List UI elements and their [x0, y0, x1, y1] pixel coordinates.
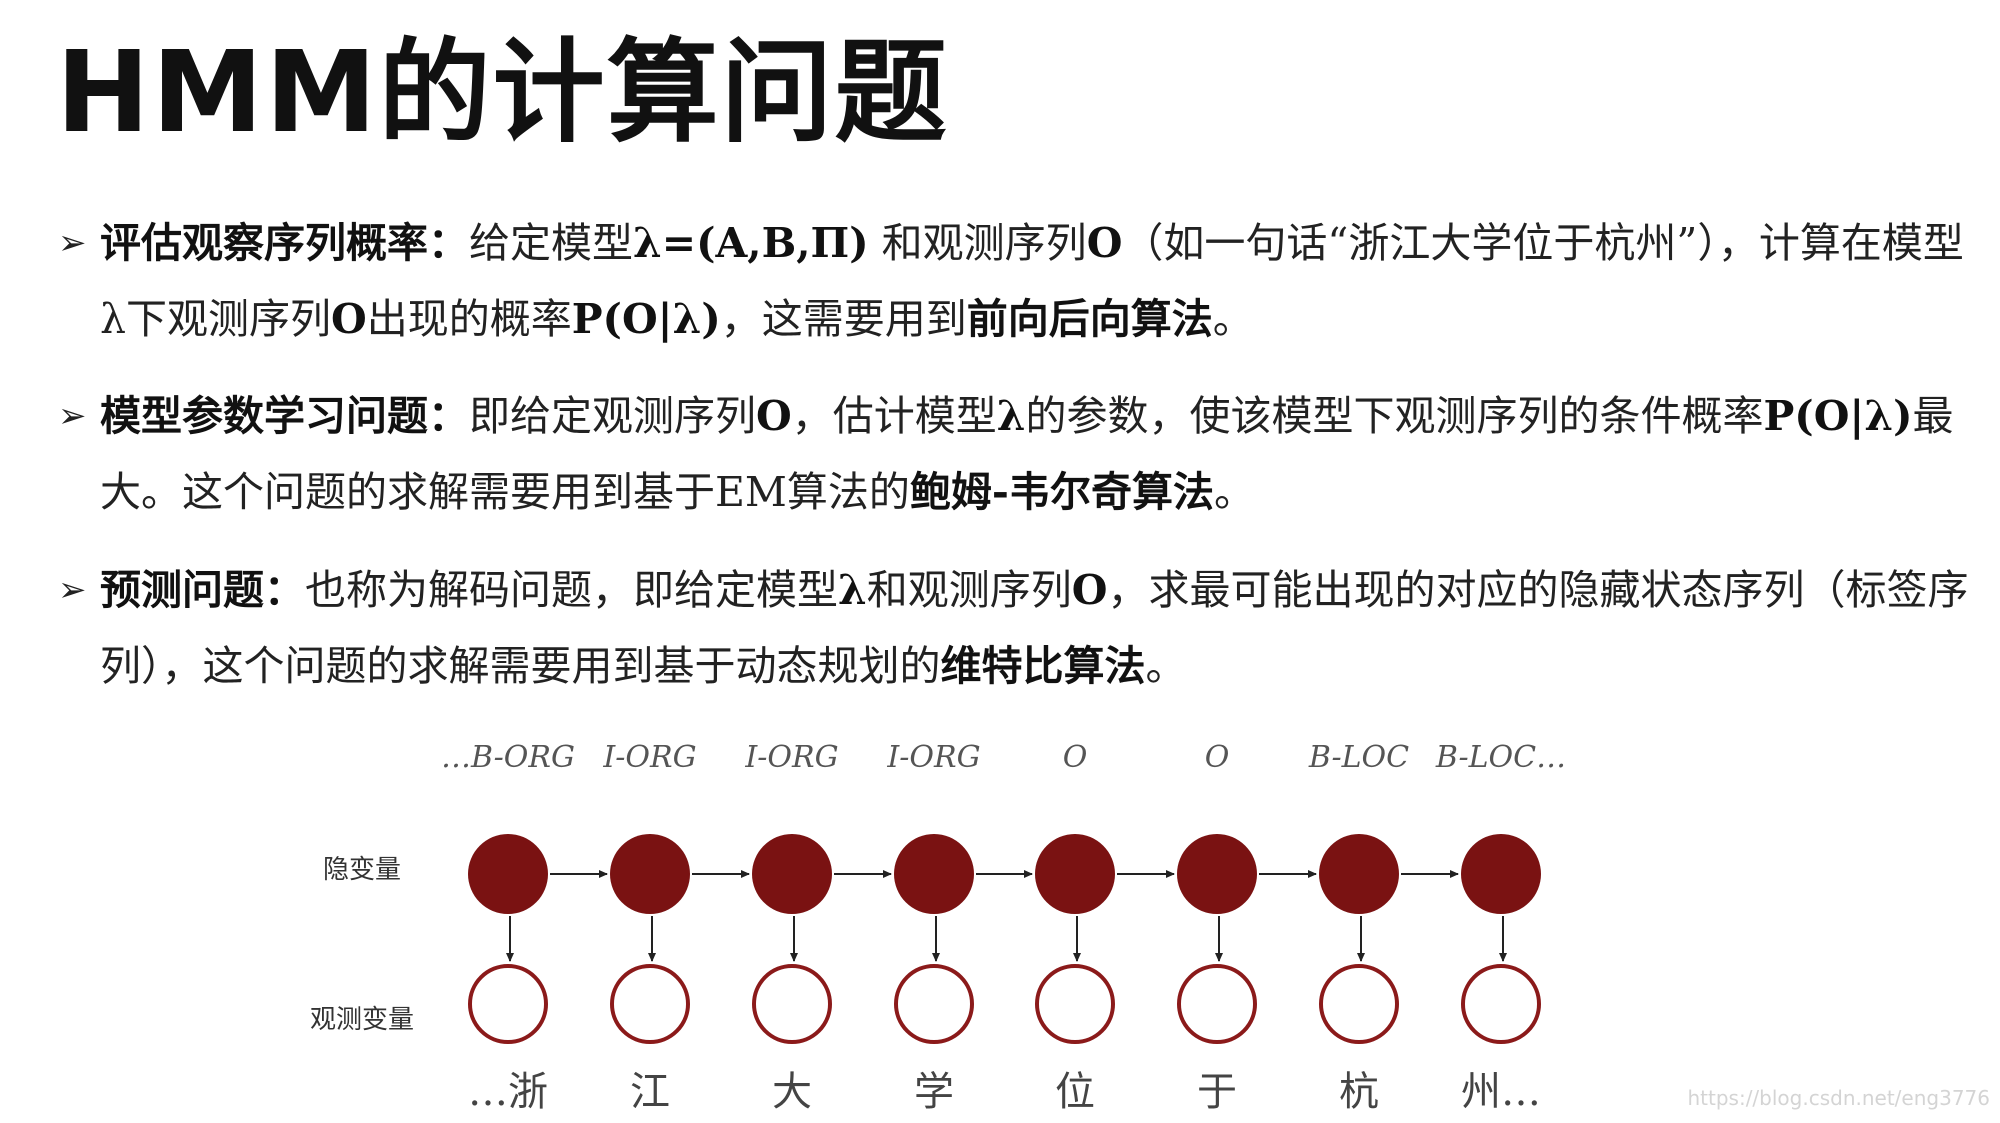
observed-node — [1319, 964, 1399, 1044]
body-text: （如一句话“浙江大学位于杭州”），计算在模型 — [1122, 219, 1964, 267]
bullet-heading: 模型参数学习问题： — [100, 392, 469, 440]
bullet-text: 预测问题：也称为解码问题，即给定模型λ和观测序列O，求最可能出现的对应的隐藏状态… — [100, 552, 1988, 704]
hidden-state-node — [1461, 834, 1541, 914]
hidden-state-node — [1035, 834, 1115, 914]
observed-node — [894, 964, 974, 1044]
body-text: 。 — [1212, 295, 1254, 343]
bold-term: λ — [838, 566, 867, 614]
observed-node — [610, 964, 690, 1044]
observed-char: 大 — [772, 1069, 812, 1115]
observed-node — [1177, 964, 1257, 1044]
hidden-state-node — [1319, 834, 1399, 914]
bold-term: 维特比算法 — [940, 642, 1146, 690]
body-text: 和观测序列 — [868, 219, 1087, 267]
bold-term: 鲍姆-韦尔奇算法 — [909, 468, 1214, 516]
body-text: 也称为解码问题，即给定模型 — [305, 566, 838, 614]
bold-term: O — [756, 392, 792, 440]
tag-label: B-LOC — [1308, 740, 1409, 775]
bold-term: λ — [996, 392, 1026, 440]
hidden-state-node — [894, 834, 974, 914]
observed-char: 学 — [914, 1069, 954, 1115]
page-title: HMM的计算问题 — [56, 28, 949, 158]
body-text: ，这需要用到 — [720, 295, 967, 343]
bullet-text: 评估观察序列概率：给定模型λ=(A,B,Π) 和观测序列O（如一句话“浙江大学位… — [100, 205, 1988, 357]
arrow-bullet-icon: ➢ — [58, 223, 87, 263]
bullet-evaluation: ➢ 评估观察序列概率：给定模型λ=(A,B,Π) 和观测序列O（如一句话“浙江大… — [58, 205, 1988, 357]
observed-char: 州… — [1461, 1069, 1541, 1115]
observed-node — [468, 964, 548, 1044]
hidden-state-node — [1177, 834, 1257, 914]
body-text: 。 — [1213, 468, 1255, 516]
body-text: 。 — [1145, 642, 1187, 690]
bold-term: λ=(A,B,Π) — [633, 219, 869, 267]
bold-term: P(O|λ) — [1763, 392, 1913, 440]
arrow-bullet-icon: ➢ — [58, 396, 87, 436]
bold-term: O — [331, 295, 367, 343]
arrow-bullet-icon: ➢ — [58, 570, 87, 610]
tag-label: O — [1063, 740, 1088, 775]
observed-node — [752, 964, 832, 1044]
bullet-heading: 评估观察序列概率： — [100, 219, 469, 267]
body-text: 即给定观测序列 — [469, 392, 756, 440]
bold-term: 前向后向算法 — [966, 295, 1213, 343]
observed-char: …浙 — [468, 1069, 548, 1115]
observed-node — [1461, 964, 1541, 1044]
observed-char: 江 — [630, 1069, 670, 1115]
hidden-state-node — [610, 834, 690, 914]
body-text: λ — [100, 295, 126, 343]
tag-label: B-LOC… — [1435, 740, 1566, 775]
observed-node — [1035, 964, 1115, 1044]
body-text: 的参数，使该模型下观测序列的条件概率 — [1025, 392, 1764, 440]
hidden-state-node — [468, 834, 548, 914]
body-text: 和观测序列 — [866, 566, 1072, 614]
observed-variable-label: 观测变量 — [310, 1005, 414, 1035]
tag-label: I-ORG — [886, 740, 980, 775]
hidden-state-node — [752, 834, 832, 914]
body-text: ，估计模型 — [791, 392, 997, 440]
bullet-heading: 预测问题： — [100, 566, 305, 614]
observed-char: 杭 — [1339, 1069, 1379, 1115]
bullet-prediction: ➢ 预测问题：也称为解码问题，即给定模型λ和观测序列O，求最可能出现的对应的隐藏… — [58, 552, 1988, 704]
bullet-text: 模型参数学习问题：即给定观测序列O，估计模型λ的参数，使该模型下观测序列的条件概… — [100, 378, 1988, 530]
body-text: 给定模型 — [469, 219, 633, 267]
body-text: 下观测序列 — [126, 295, 331, 343]
hmm-diagram: 隐变量 观测变量 …B-ORG I-ORG I-ORG I-ORG O O B-LOC B-L… — [310, 740, 1566, 1115]
tag-label: …B-ORG — [441, 740, 575, 775]
tag-label: I-ORG — [744, 740, 838, 775]
tag-label: I-ORG — [602, 740, 696, 775]
bold-term: O — [1086, 219, 1123, 267]
observed-char: 位 — [1055, 1069, 1095, 1115]
bullet-learning: ➢ 模型参数学习问题：即给定观测序列O，估计模型λ的参数，使该模型下观测序列的条… — [58, 378, 1988, 530]
bold-term: P(O|λ) — [571, 295, 721, 343]
body-text: 出现的概率 — [366, 295, 572, 343]
hidden-variable-label: 隐变量 — [323, 855, 401, 885]
watermark: https://blog.csdn.net/eng3776 — [1687, 1086, 1990, 1110]
bold-term: O — [1071, 566, 1108, 614]
observed-char: 于 — [1197, 1069, 1237, 1115]
tag-label: O — [1205, 740, 1230, 775]
